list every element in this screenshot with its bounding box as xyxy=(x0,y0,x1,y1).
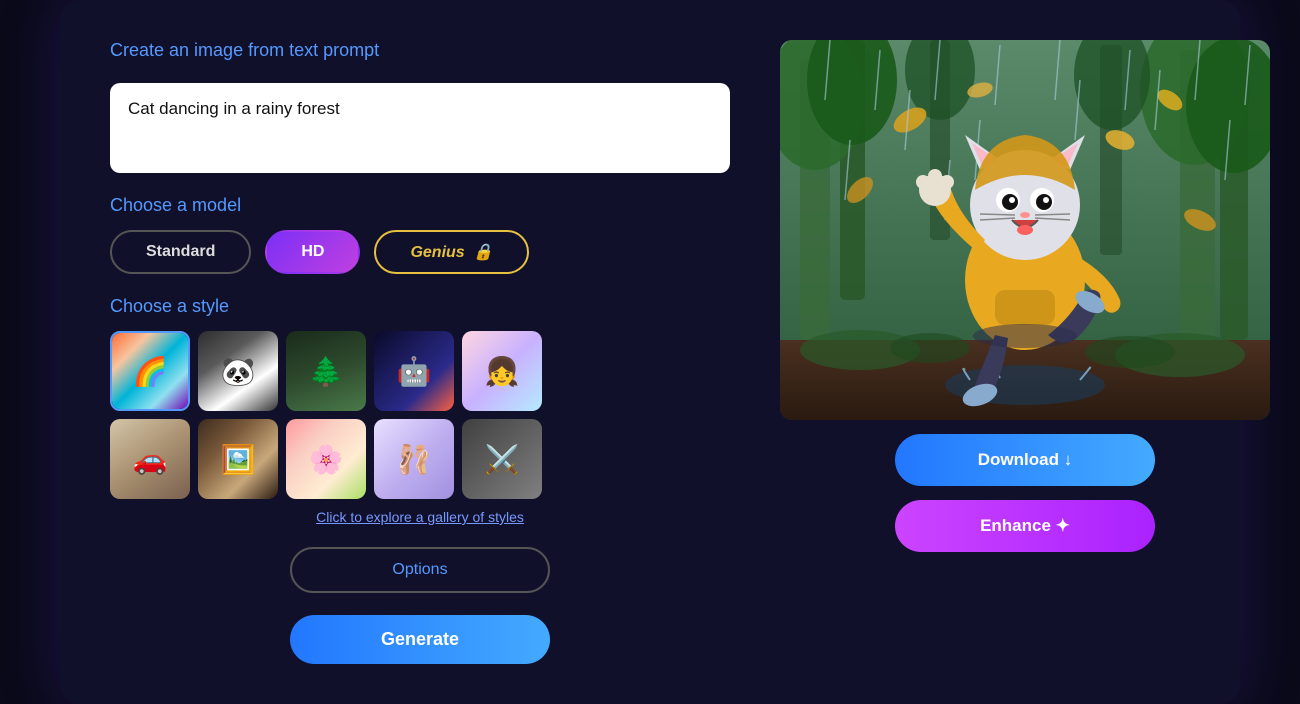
style-thumb-4[interactable]: 🤖 xyxy=(374,331,454,411)
style-thumb-6[interactable]: 🚗 xyxy=(110,419,190,499)
model-label: Choose a model xyxy=(110,195,730,216)
style-thumb-8[interactable]: 🌸 xyxy=(286,419,366,499)
style-thumb-9[interactable]: 🩰 xyxy=(374,419,454,499)
download-button[interactable]: Download ↓ xyxy=(895,434,1155,486)
style-label: Choose a style xyxy=(110,296,730,317)
enhance-button[interactable]: Enhance ✦ xyxy=(895,500,1155,552)
model-genius-button[interactable]: Genius 🔒 xyxy=(374,230,529,274)
gallery-link[interactable]: Click to explore a gallery of styles xyxy=(110,509,730,525)
style-grid: 🌈 🐼 🌲 🤖 👧 🚗 🖼️ 🌸 🩰 ⚔️ xyxy=(110,331,730,499)
style-thumb-3[interactable]: 🌲 xyxy=(286,331,366,411)
style-thumb-5[interactable]: 👧 xyxy=(462,331,542,411)
right-panel: Download ↓ Enhance ✦ xyxy=(780,40,1270,552)
app-container: Create an image from text prompt Choose … xyxy=(60,0,1240,704)
style-thumb-1[interactable]: 🌈 xyxy=(110,331,190,411)
style-thumb-7[interactable]: 🖼️ xyxy=(198,419,278,499)
page-title: Create an image from text prompt xyxy=(110,40,730,61)
options-button[interactable]: Options xyxy=(290,547,550,593)
model-hd-button[interactable]: HD xyxy=(265,230,360,274)
model-section: Choose a model Standard HD Genius 🔒 xyxy=(110,195,730,274)
model-standard-button[interactable]: Standard xyxy=(110,230,251,274)
generate-button[interactable]: Generate xyxy=(290,615,550,664)
model-buttons: Standard HD Genius 🔒 xyxy=(110,230,730,274)
style-thumb-10[interactable]: ⚔️ xyxy=(462,419,542,499)
style-thumb-2[interactable]: 🐼 xyxy=(198,331,278,411)
style-section: Choose a style 🌈 🐼 🌲 🤖 👧 🚗 🖼️ 🌸 🩰 ⚔️ Cli… xyxy=(110,296,730,525)
left-panel: Create an image from text prompt Choose … xyxy=(110,40,730,664)
generated-image xyxy=(780,40,1270,420)
prompt-input[interactable] xyxy=(110,83,730,173)
lock-icon: 🔒 xyxy=(473,244,493,261)
